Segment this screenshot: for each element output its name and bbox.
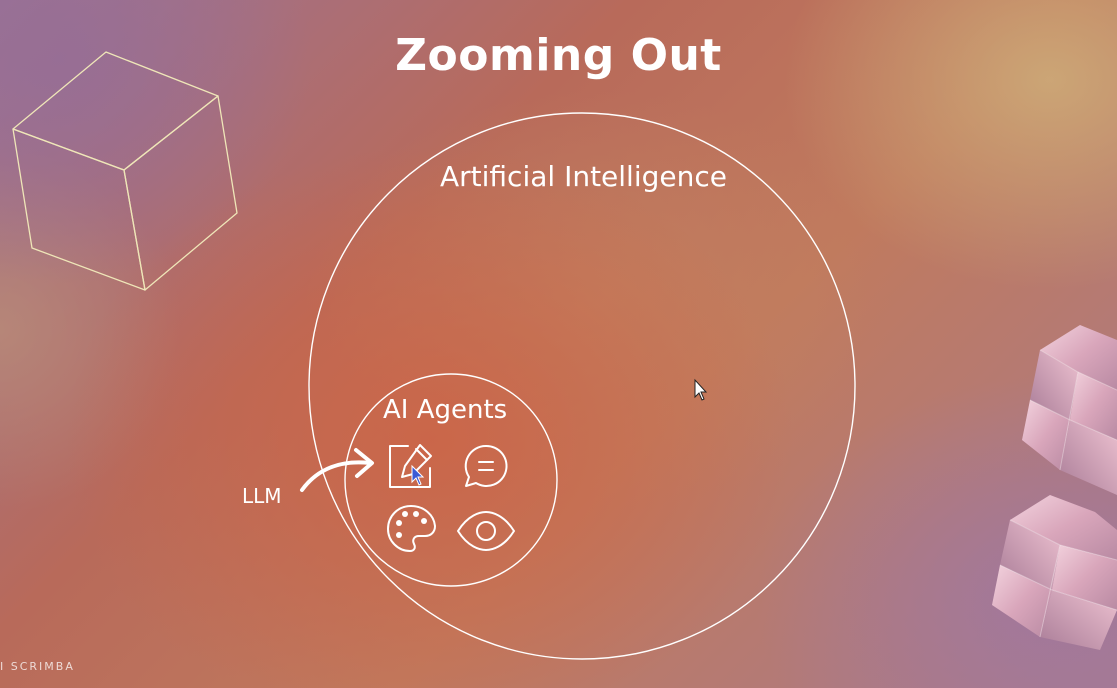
ai-outer-circle <box>308 112 856 660</box>
edit-icon <box>389 444 432 488</box>
screen-mouse-cursor-icon <box>694 378 708 401</box>
venn-diagram <box>300 112 856 660</box>
eye-icon <box>457 511 515 551</box>
scrimba-brand: I SCRIMBA <box>0 660 75 673</box>
llm-arrow <box>300 448 374 492</box>
slide-title: Zooming Out <box>395 30 722 81</box>
palette-dots <box>396 511 427 538</box>
palette-icon <box>387 505 436 552</box>
ai-agents-label: AI Agents <box>383 395 508 425</box>
llm-label: LLM <box>242 484 282 508</box>
chat-bubble-icon <box>464 444 508 487</box>
artificial-intelligence-label: Artificial Intelligence <box>440 160 727 193</box>
